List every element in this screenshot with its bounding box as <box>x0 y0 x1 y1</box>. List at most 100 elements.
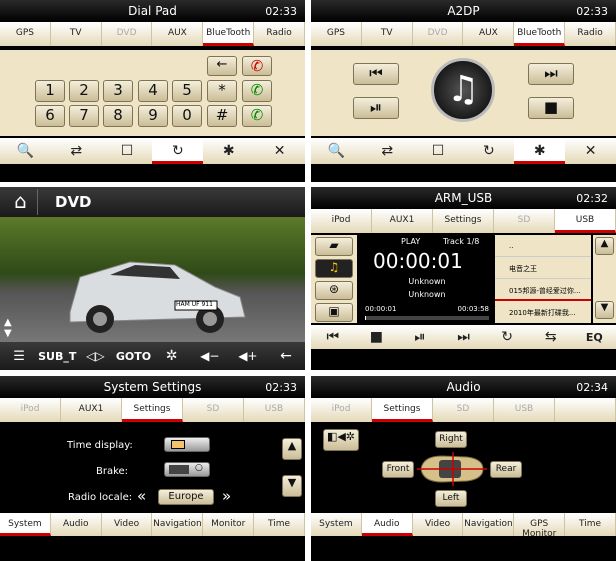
dial-icon[interactable]: ↻ <box>152 138 204 164</box>
folder-icon[interactable]: ▰ <box>315 237 353 256</box>
video-reel-icon[interactable]: ⊛ <box>315 281 353 300</box>
tab-ipod[interactable]: iPod <box>0 398 61 422</box>
right-button[interactable]: Right <box>435 431 467 448</box>
dial-icon[interactable]: ↻ <box>463 143 514 159</box>
shuffle-icon[interactable]: ⇆ <box>529 329 573 345</box>
key-hash[interactable]: # <box>207 105 237 127</box>
tab-usb[interactable]: USB <box>244 398 305 422</box>
angle-icon[interactable]: ◁▷ <box>76 349 114 363</box>
tab-radio[interactable]: Radio <box>565 22 616 46</box>
progress-bar[interactable] <box>365 316 489 320</box>
key-3[interactable]: 3 <box>103 80 133 102</box>
bluetooth-music-icon[interactable]: ✱ <box>203 143 254 159</box>
tab-navigation[interactable]: Navigation <box>152 513 204 536</box>
tab-aux1[interactable]: AUX1 <box>61 398 122 422</box>
list-item[interactable]: .. <box>495 235 591 257</box>
stop-icon[interactable]: ■ <box>355 329 399 345</box>
tools-icon[interactable]: ✕ <box>565 143 616 159</box>
tab-system[interactable]: System <box>0 513 51 536</box>
tab-settings[interactable]: Settings <box>433 209 494 233</box>
tab-time[interactable]: Time <box>254 513 305 536</box>
tab-video[interactable]: Video <box>102 513 153 536</box>
list-item[interactable]: 电音之王 <box>495 257 591 279</box>
tab-audio[interactable]: Audio <box>361 513 413 536</box>
search-icon[interactable]: 🔍 <box>311 143 362 159</box>
eq-button[interactable]: EQ <box>572 331 616 344</box>
tab-usb[interactable]: USB <box>555 209 616 233</box>
previous-icon[interactable]: ⏮ <box>311 329 355 345</box>
goto-button[interactable]: GOTO <box>114 350 152 363</box>
tools-icon[interactable]: ✕ <box>254 143 305 159</box>
subtitle-button[interactable]: SUB_T <box>38 350 76 363</box>
previous-button[interactable]: ⏮ <box>353 63 399 85</box>
radio-locale-value[interactable]: Europe <box>158 489 214 505</box>
tab-settings[interactable]: Settings <box>122 398 183 422</box>
key-6[interactable]: 6 <box>35 105 65 127</box>
hang-up-button[interactable]: ✆ <box>242 56 272 76</box>
transfer-call-button[interactable]: ✆ <box>242 105 272 127</box>
time-display-toggle[interactable] <box>164 437 210 452</box>
speaker-settings-icon[interactable]: ◧◀✲ <box>323 429 359 451</box>
front-button[interactable]: Front <box>382 461 414 478</box>
settings-gear-icon[interactable]: ✲ <box>153 348 191 364</box>
tab-audio[interactable]: Audio <box>51 513 102 536</box>
tab-gps-monitor[interactable]: GPS Monitor <box>514 513 566 539</box>
search-icon[interactable]: 🔍 <box>0 143 51 159</box>
key-2[interactable]: 2 <box>69 80 99 102</box>
key-4[interactable]: 4 <box>138 80 168 102</box>
list-item[interactable]: 015邦源-曾经爱过你... <box>495 279 591 301</box>
tab-aux[interactable]: AUX <box>463 22 515 46</box>
tab-sd[interactable]: SD <box>183 398 244 422</box>
tab-usb[interactable]: USB <box>494 398 555 422</box>
home-icon[interactable]: ⌂ <box>4 189 38 215</box>
next-button[interactable]: ⏭ <box>528 63 574 85</box>
stop-button[interactable]: ■ <box>528 97 574 119</box>
photo-icon[interactable]: ▣ <box>315 303 353 322</box>
tab-system[interactable]: System <box>311 513 362 536</box>
scroll-down-icon[interactable]: ▼ <box>595 301 614 319</box>
key-9[interactable]: 9 <box>138 105 168 127</box>
rear-button[interactable]: Rear <box>490 461 522 478</box>
volume-down-icon[interactable]: ◀− <box>191 349 229 363</box>
scroll-down-icon[interactable]: ▼ <box>282 475 302 497</box>
music-icon[interactable]: ♫ <box>315 259 353 278</box>
tab-bluetooth[interactable]: BlueTooth <box>514 22 566 46</box>
repeat-icon[interactable]: ↻ <box>485 329 529 345</box>
scroll-arrows-icon[interactable]: ▲ ▼ <box>4 317 12 339</box>
key-1[interactable]: 1 <box>35 80 65 102</box>
car-balance-icon[interactable] <box>417 452 487 486</box>
tab-dvd[interactable]: DVD <box>102 22 153 46</box>
key-star[interactable]: * <box>207 80 237 102</box>
tab-video[interactable]: Video <box>413 513 464 536</box>
tab-settings[interactable]: Settings <box>372 398 433 422</box>
transfer-audio-icon[interactable]: ⇄ <box>51 143 102 159</box>
tab-aux[interactable]: AUX <box>152 22 204 46</box>
transfer-audio-icon[interactable]: ⇄ <box>362 143 413 159</box>
tab-ipod[interactable]: iPod <box>311 209 372 233</box>
tab-navigation[interactable]: Navigation <box>463 513 515 536</box>
tab-time[interactable]: Time <box>565 513 616 536</box>
menu-icon[interactable]: ☰ <box>0 349 38 364</box>
scroll-up-icon[interactable]: ▲ <box>282 438 302 460</box>
key-0[interactable]: 0 <box>172 105 202 127</box>
tab-bluetooth[interactable]: BlueTooth <box>203 22 255 46</box>
key-5[interactable]: 5 <box>172 80 202 102</box>
brake-toggle[interactable]: ○ <box>164 462 210 477</box>
locale-next-icon[interactable]: » <box>222 487 231 505</box>
key-7[interactable]: 7 <box>69 105 99 127</box>
volume-up-icon[interactable]: ◀+ <box>229 349 267 363</box>
next-icon[interactable]: ⏭ <box>442 329 486 345</box>
contacts-icon[interactable]: ☐ <box>413 143 464 159</box>
list-item[interactable]: 2010年最新打碟我... <box>495 301 591 323</box>
tab-tv[interactable]: TV <box>51 22 102 46</box>
tab-ipod[interactable]: iPod <box>311 398 372 422</box>
left-button[interactable]: Left <box>435 490 467 507</box>
key-8[interactable]: 8 <box>103 105 133 127</box>
tab-tv[interactable]: TV <box>362 22 413 46</box>
play-pause-icon[interactable]: ⏯ <box>398 329 442 345</box>
bluetooth-music-icon[interactable]: ✱ <box>514 138 566 164</box>
backspace-button[interactable]: ← <box>207 56 237 76</box>
contacts-icon[interactable]: ☐ <box>102 143 153 159</box>
tab-monitor[interactable]: Monitor <box>203 513 255 536</box>
call-button[interactable]: ✆ <box>242 80 272 102</box>
